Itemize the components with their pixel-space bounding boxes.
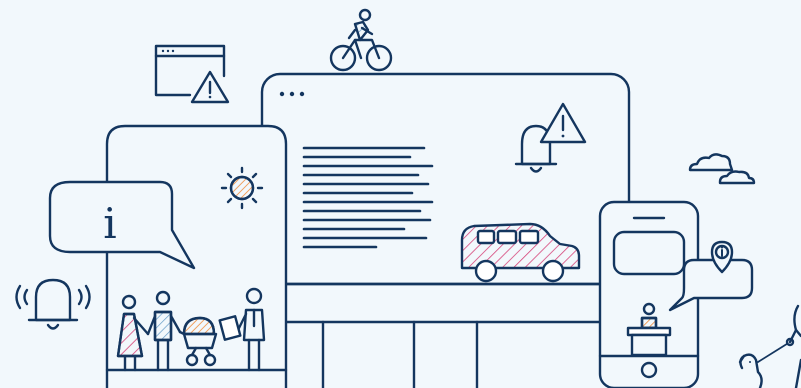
alerts-illustration: i <box>15 8 801 388</box>
info-glyph: i <box>103 199 116 248</box>
chat-bubble <box>612 230 686 276</box>
illustration-scene: i <box>0 0 801 388</box>
warning-triangle-icon <box>190 70 230 104</box>
desk-lines <box>283 282 602 388</box>
window-dot <box>279 91 285 97</box>
ringing-bell-icon <box>15 278 91 330</box>
browser-warning-icon <box>154 44 230 104</box>
walker-figure <box>788 304 801 388</box>
window-dot <box>289 91 295 97</box>
dog-icon <box>738 337 795 388</box>
cloud-icon <box>688 153 756 185</box>
cyclist-icon <box>329 8 393 72</box>
window-dot <box>299 91 305 97</box>
